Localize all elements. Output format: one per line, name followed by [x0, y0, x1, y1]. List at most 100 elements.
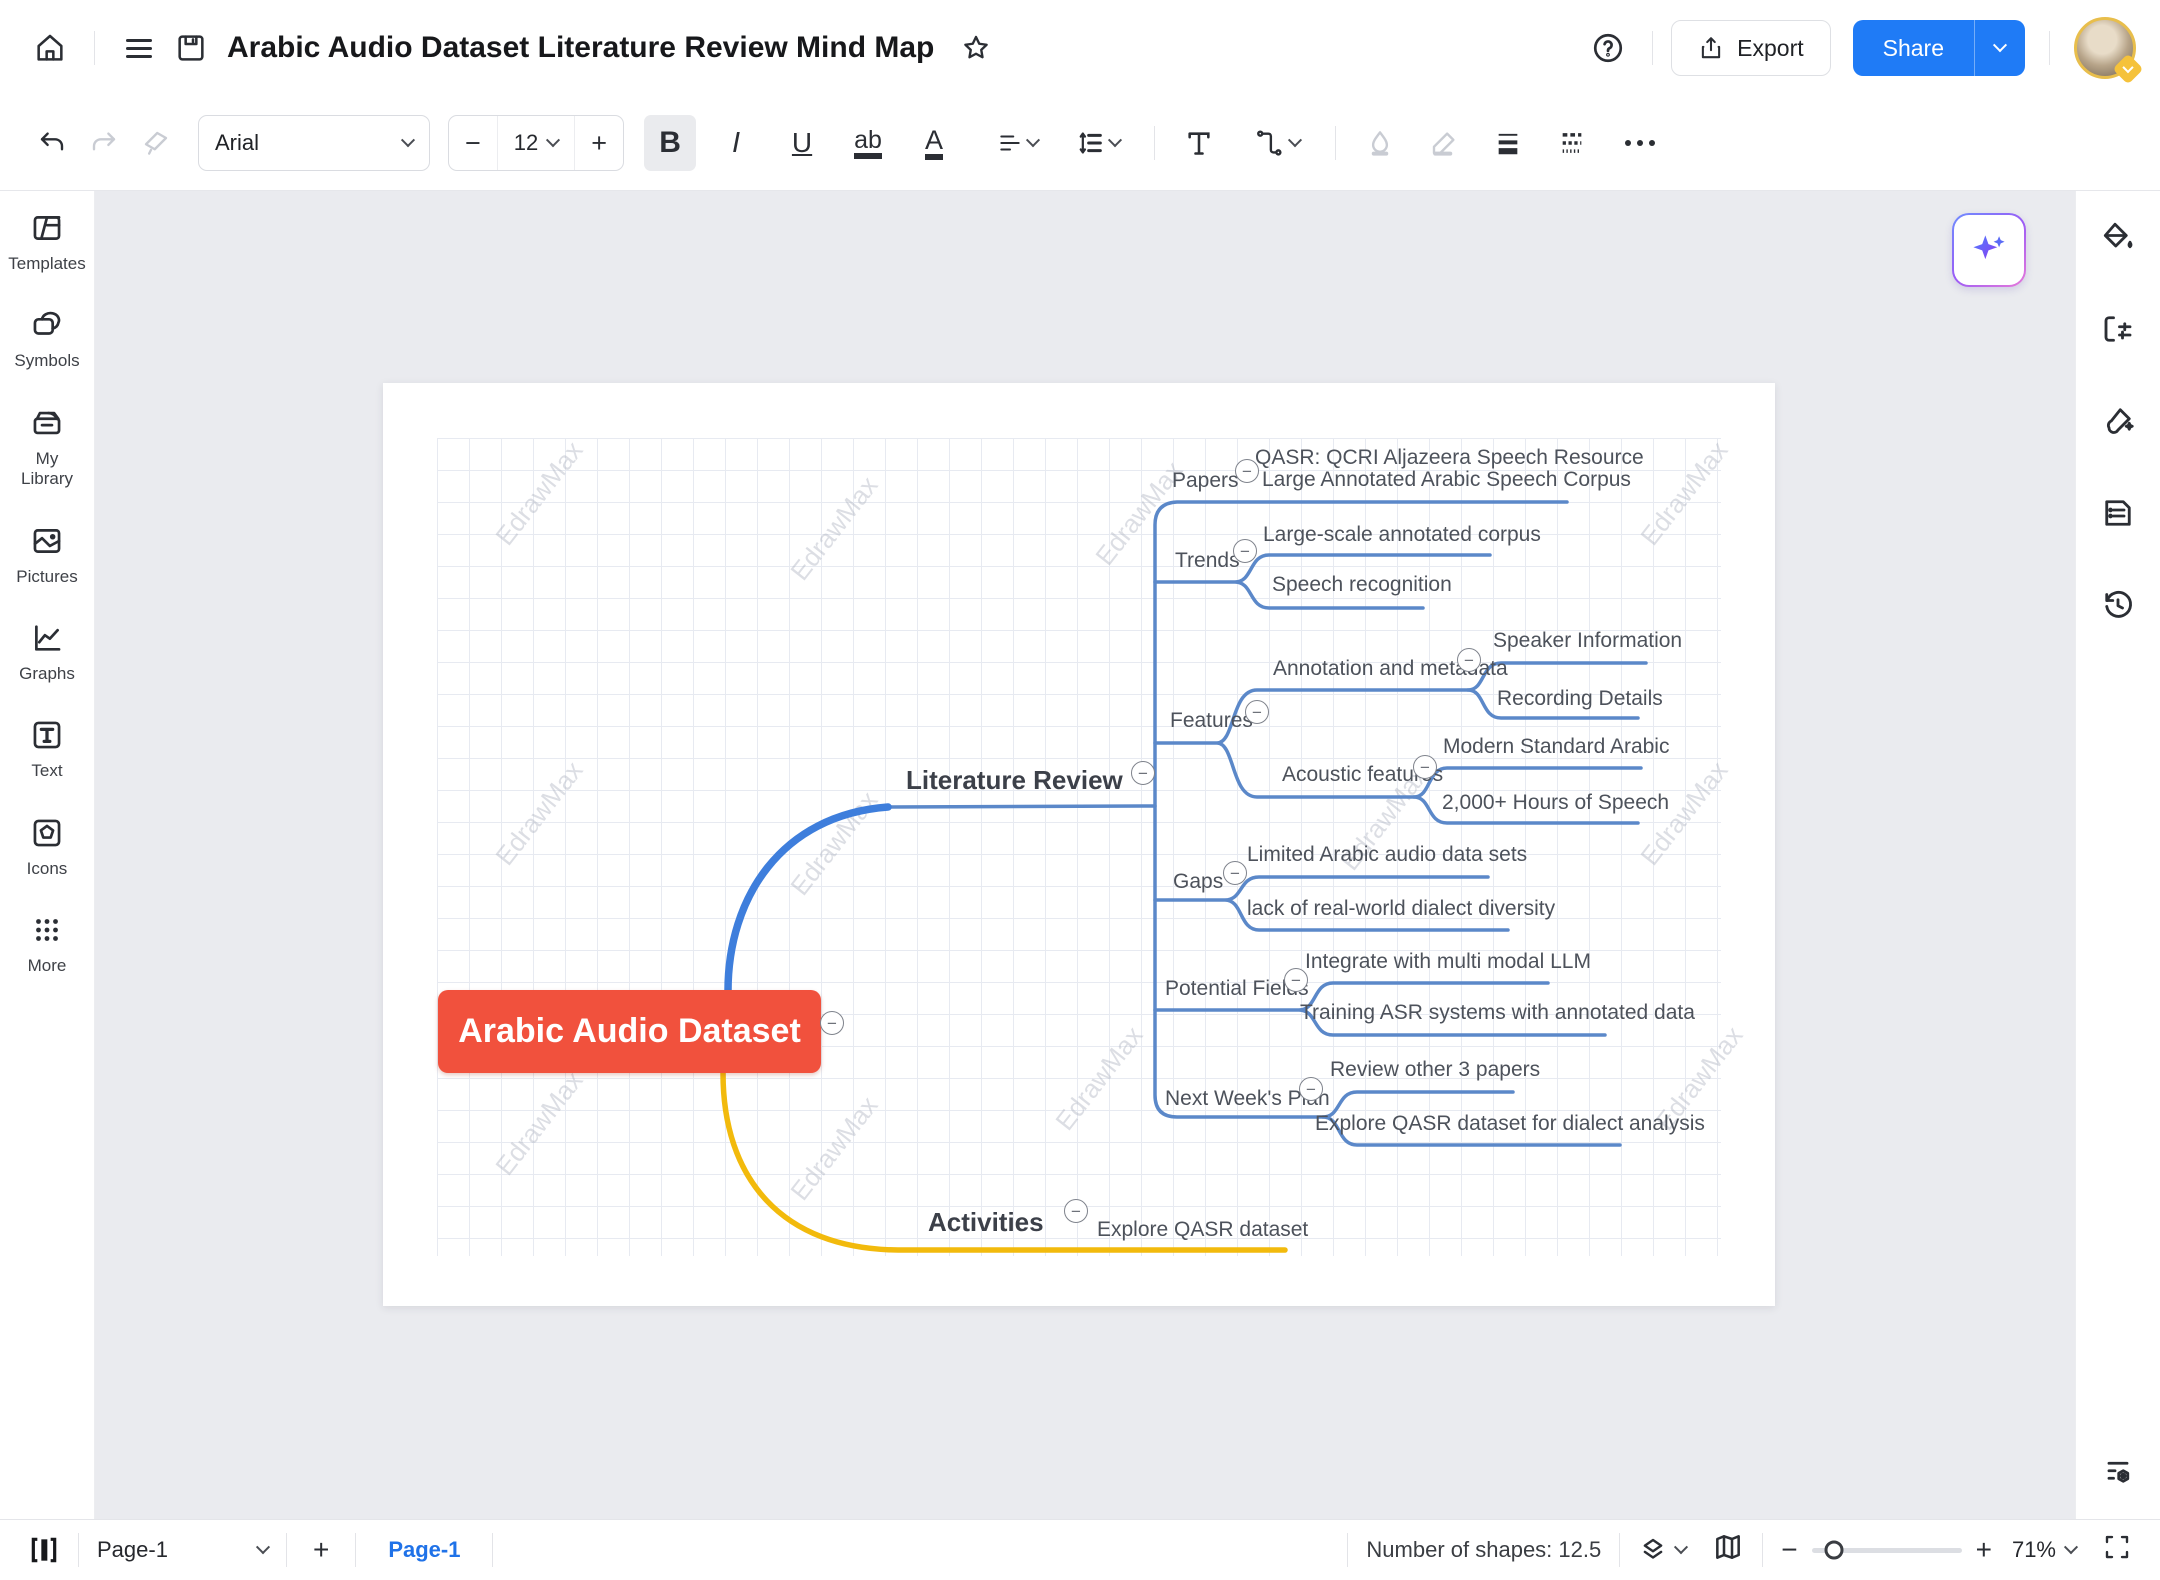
bold-icon: B [659, 126, 681, 159]
mindmap-node-multimodal-llm[interactable]: Integrate with multi modal LLM [1305, 950, 1591, 974]
line-color-button[interactable] [1418, 115, 1470, 171]
collapse-button-activities[interactable]: − [1064, 1199, 1088, 1223]
fill-bucket-icon[interactable] [2100, 219, 2136, 255]
collapse-button-potential[interactable]: − [1284, 968, 1308, 992]
page-select[interactable]: Page-1 [97, 1537, 271, 1563]
mindmap-node-dialect-diversity[interactable]: lack of real-world dialect diversity [1247, 897, 1555, 921]
page-settings-icon[interactable] [2100, 311, 2136, 347]
italic-button[interactable]: I [710, 115, 762, 171]
collapse-button-annotation[interactable]: − [1457, 648, 1481, 672]
collapse-button-trends[interactable]: − [1233, 539, 1257, 563]
text-tool-button[interactable] [1173, 115, 1225, 171]
ai-assistant-button[interactable] [1952, 213, 2026, 287]
align-button[interactable] [984, 115, 1050, 171]
mindmap-node-trends[interactable]: Trends [1175, 549, 1240, 573]
zoom-slider[interactable] [1811, 1540, 1962, 1560]
more-tools-button[interactable] [1614, 115, 1666, 171]
mindmap-node-training-asr[interactable]: Training ASR systems with annotated data [1300, 1001, 1695, 1025]
mindmap-node-recording-details[interactable]: Recording Details [1497, 687, 1663, 711]
chevron-down-icon [255, 1540, 271, 1555]
favorite-button[interactable] [950, 20, 1002, 76]
highlight-button[interactable]: ab [842, 115, 894, 171]
notes-icon[interactable] [2100, 495, 2136, 531]
font-family-select[interactable]: Arial [198, 115, 430, 171]
menu-button[interactable] [113, 20, 165, 76]
font-color-button[interactable]: A [908, 115, 960, 171]
layers-button[interactable] [1638, 1535, 1689, 1565]
map-icon [1716, 1535, 1741, 1559]
zoom-in-button[interactable]: + [1976, 1534, 1992, 1566]
app-header: Arabic Audio Dataset Literature Review M… [0, 0, 2160, 96]
fullscreen-button[interactable] [2102, 1532, 2132, 1568]
avatar[interactable] [2074, 17, 2144, 85]
sidebar-item-more[interactable]: More [0, 913, 95, 976]
collapse-button-root[interactable]: − [820, 1011, 844, 1035]
sidebar-item-symbols[interactable]: Symbols [0, 308, 95, 371]
line-weight-button[interactable] [1482, 115, 1534, 171]
mindmap-node-hours-of-speech[interactable]: 2,000+ Hours of Speech [1442, 791, 1669, 815]
mindmap-node-modern-standard-arabic[interactable]: Modern Standard Arabic [1443, 735, 1669, 759]
export-button[interactable]: Export [1671, 20, 1831, 76]
mindmap-node-large-scale-corpus[interactable]: Large-scale annotated corpus [1263, 523, 1541, 547]
sidebar-item-graphs[interactable]: Graphs [0, 621, 95, 684]
underline-button[interactable]: U [776, 115, 828, 171]
collapse-button-literature[interactable]: − [1131, 761, 1155, 785]
collapse-button-acoustic[interactable]: − [1413, 755, 1437, 779]
add-page-button[interactable]: + [305, 1534, 337, 1566]
mindmap-branch-activities[interactable]: Activities [928, 1207, 1044, 1238]
mindmap-node-features[interactable]: Features [1170, 709, 1253, 733]
mindmap-node-qasr-line2[interactable]: Large Annotated Arabic Speech Corpus [1262, 468, 1631, 492]
home-button[interactable] [24, 20, 76, 76]
mindmap-node-limited-datasets[interactable]: Limited Arabic audio data sets [1247, 843, 1527, 867]
history-icon[interactable] [2100, 587, 2136, 623]
mindmap-root-topic[interactable]: Arabic Audio Dataset [438, 990, 821, 1073]
mindmap-node-explore-qasr-dialect[interactable]: Explore QASR dataset for dialect analysi… [1315, 1112, 1705, 1136]
mindmap-node-papers[interactable]: Papers [1172, 469, 1239, 493]
zoom-slider-knob[interactable] [1824, 1540, 1844, 1560]
sidebar-item-pictures[interactable]: Pictures [0, 524, 95, 587]
pages-panel-button[interactable] [28, 1534, 60, 1566]
save-button[interactable] [165, 20, 217, 76]
sidebar-item-templates[interactable]: Templates [0, 211, 95, 274]
font-size-group: − 12 + [448, 115, 625, 171]
canvas[interactable]: EdrawMax EdrawMax EdrawMax EdrawMax Edra… [95, 191, 2075, 1519]
mindmap-node-review-papers[interactable]: Review other 3 papers [1330, 1058, 1540, 1082]
help-button[interactable] [1582, 20, 1634, 76]
mindmap-node-speaker-information[interactable]: Speaker Information [1493, 629, 1682, 653]
redo-button[interactable] [78, 115, 130, 171]
share-button[interactable]: Share [1853, 35, 1974, 62]
collapse-button-papers[interactable]: − [1235, 459, 1259, 483]
sidebar-item-label: Symbols [14, 351, 80, 371]
zoom-out-button[interactable]: − [1781, 1534, 1797, 1566]
list-settings-icon[interactable] [2100, 1455, 2136, 1491]
sidebar-item-label: Pictures [16, 566, 78, 586]
page-tab-active[interactable]: Page-1 [374, 1537, 474, 1563]
fill-color-button[interactable] [1354, 115, 1406, 171]
collapse-button-features[interactable]: − [1245, 700, 1269, 724]
connector-button[interactable] [1237, 115, 1317, 171]
share-dropdown-button[interactable] [1974, 20, 2025, 76]
mindmap-node-gaps[interactable]: Gaps [1173, 870, 1223, 894]
collapse-button-gaps[interactable]: − [1223, 861, 1247, 885]
mindmap-node-qasr-line1[interactable]: QASR: QCRI Aljazeera Speech Resource [1255, 446, 1644, 470]
theme-brush-icon[interactable] [2100, 403, 2136, 439]
sidebar-item-label: More [27, 956, 67, 976]
mindmap-node-explore-qasr[interactable]: Explore QASR dataset [1097, 1218, 1308, 1242]
font-size-increase-button[interactable]: + [574, 116, 623, 170]
mindmap-branch-literature-review[interactable]: Literature Review [906, 765, 1123, 796]
line-style-button[interactable] [1546, 115, 1598, 171]
sidebar-item-my-library[interactable]: My Library [0, 406, 95, 490]
drawing-page[interactable]: EdrawMax EdrawMax EdrawMax EdrawMax Edra… [383, 383, 1775, 1306]
collapse-button-nextweek[interactable]: − [1299, 1077, 1323, 1101]
format-painter-button[interactable] [130, 115, 182, 171]
bold-button[interactable]: B [644, 115, 697, 171]
sidebar-item-icons[interactable]: Icons [0, 816, 95, 879]
mindmap-node-speech-recognition[interactable]: Speech recognition [1272, 573, 1452, 597]
line-spacing-button[interactable] [1060, 115, 1136, 171]
font-size-decrease-button[interactable]: − [449, 116, 497, 170]
zoom-level-select[interactable]: 71% [2012, 1537, 2079, 1563]
sidebar-item-text[interactable]: Text [0, 718, 95, 781]
navigator-button[interactable] [1712, 1531, 1744, 1569]
undo-button[interactable] [26, 115, 78, 171]
font-size-select[interactable]: 12 [496, 116, 574, 170]
